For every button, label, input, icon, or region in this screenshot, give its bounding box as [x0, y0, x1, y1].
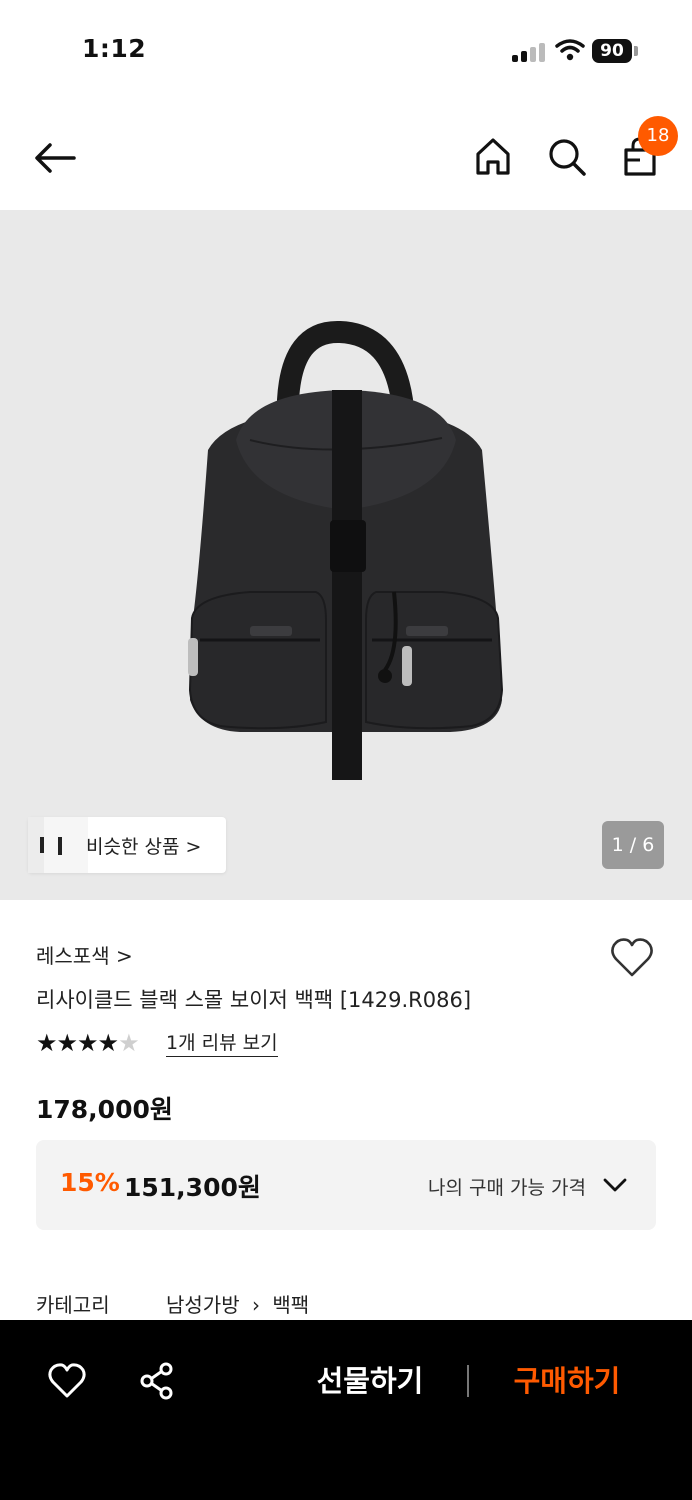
gift-button[interactable]: 선물하기	[300, 1356, 440, 1406]
status-bar: 1:12 90	[0, 0, 692, 100]
share-button[interactable]	[136, 1360, 178, 1402]
buy-button[interactable]: 구매하기	[494, 1356, 640, 1406]
discount-price: 151,300원	[124, 1173, 261, 1202]
signal-icon	[512, 42, 546, 62]
chevron-right-icon: ›	[251, 1293, 260, 1317]
product-image-gallery[interactable]: 비슷한 상품 > 1 / 6	[0, 210, 692, 900]
original-price: 178,000원	[36, 1095, 173, 1124]
similar-products-button[interactable]: 비슷한 상품 >	[28, 817, 226, 873]
back-button[interactable]	[28, 136, 84, 180]
heart-outline-icon	[48, 1363, 86, 1398]
star-filled-icon: ★	[97, 1029, 119, 1057]
battery-tip	[634, 46, 638, 56]
home-icon	[476, 138, 510, 175]
heart-outline-icon	[611, 938, 653, 977]
discount-rate: 15%	[60, 1168, 120, 1197]
category-label: 카테고리	[36, 1293, 110, 1317]
product-image	[188, 321, 504, 780]
brand-link[interactable]: 레스포색 >	[36, 940, 133, 969]
top-nav-bar	[0, 100, 692, 210]
battery-indicator: 90	[592, 39, 632, 63]
cart-count-badge: 18	[638, 116, 678, 156]
my-price-label: 나의 구매 가능 가격	[428, 1177, 586, 1199]
star-filled-icon: ★	[77, 1029, 98, 1057]
my-price-panel[interactable]: 15% 151,300원 나의 구매 가능 가격	[36, 1140, 656, 1230]
chevron-down-icon	[603, 1178, 627, 1192]
divider	[467, 1365, 469, 1397]
bottom-like-button[interactable]	[46, 1360, 88, 1402]
review-link[interactable]: 1개 리뷰 보기	[166, 1030, 278, 1057]
status-time: 1:12	[82, 34, 147, 63]
bottom-action-bar: 선물하기 구매하기	[0, 1320, 692, 1500]
star-empty-icon: ★	[118, 1029, 139, 1057]
category-breadcrumb: 남성가방 › 백팩	[166, 1289, 309, 1318]
search-icon	[549, 139, 586, 176]
star-filled-icon: ★	[56, 1029, 78, 1057]
rating-row: ★★★★★ 1개 리뷰 보기	[36, 1030, 336, 1058]
star-rating: ★★★★★	[36, 1029, 140, 1057]
product-title: 리사이클드 블랙 스몰 보이저 백팩 [1429.R086]	[36, 988, 472, 1012]
home-button[interactable]	[470, 134, 516, 180]
similar-products-label: 비슷한 상품 >	[86, 836, 202, 858]
share-icon	[140, 1362, 173, 1400]
arrow-left-icon	[35, 143, 76, 173]
category-link[interactable]: 남성가방	[166, 1289, 240, 1318]
search-button[interactable]	[544, 134, 590, 180]
wifi-icon	[555, 39, 585, 61]
image-page-indicator: 1 / 6	[602, 821, 664, 869]
wishlist-button[interactable]	[608, 934, 656, 982]
star-filled-icon: ★	[36, 1029, 57, 1057]
similar-products-thumbnail	[28, 817, 88, 873]
category-link[interactable]: 백팩	[272, 1289, 309, 1318]
